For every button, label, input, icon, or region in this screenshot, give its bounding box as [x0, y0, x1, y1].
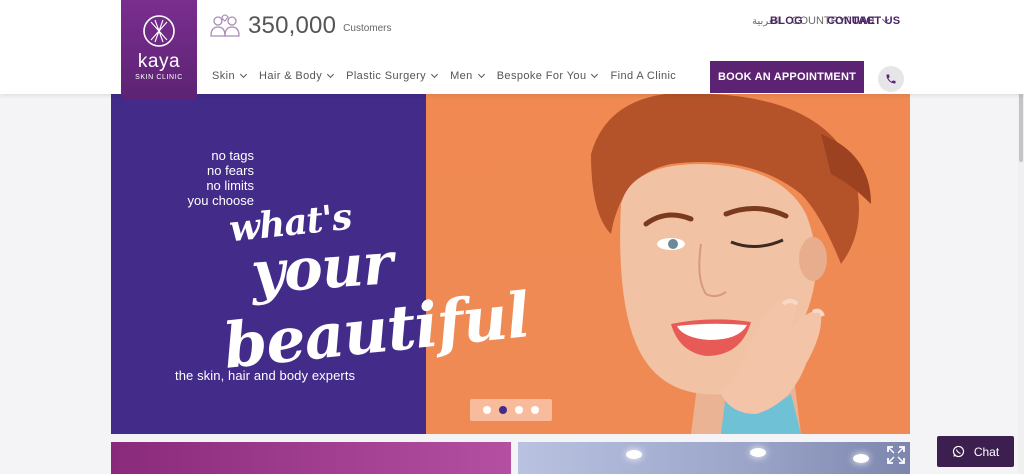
nav-item-plastic-surgery[interactable]: Plastic Surgery — [346, 70, 439, 82]
chevron-down-icon — [431, 70, 439, 79]
book-appointment-button[interactable]: BOOK AN APPOINTMENT — [710, 61, 864, 93]
phone-icon — [886, 74, 896, 84]
brand-subtitle: SKIN CLINIC — [135, 74, 183, 81]
carousel-dot-active[interactable] — [499, 406, 507, 414]
chat-button[interactable]: Chat — [937, 436, 1014, 467]
hero-banner[interactable]: no tags no fears no limits you choose wh… — [111, 94, 910, 434]
kaya-logo[interactable]: kaya SKIN CLINIC — [121, 0, 197, 100]
chevron-down-icon — [477, 70, 485, 79]
carousel-dot[interactable] — [483, 406, 491, 414]
ceiling-light — [750, 448, 766, 457]
chevron-down-icon — [239, 70, 248, 79]
ceiling-light — [626, 450, 642, 459]
promo-tile-2[interactable] — [518, 442, 910, 474]
hero-tag: no tags — [211, 148, 254, 163]
nav-item-label: Men — [450, 70, 473, 82]
chevron-down-icon — [591, 70, 599, 79]
carousel-dot[interactable] — [515, 406, 523, 414]
brand-name: kaya — [137, 51, 181, 72]
carousel-dot[interactable] — [531, 406, 539, 414]
nav-item-label: Plastic Surgery — [346, 70, 427, 82]
nav-item-label: Bespoke For You — [496, 70, 587, 82]
hero-tagline: the skin, hair and body experts — [175, 368, 356, 383]
nav-item-find-clinic[interactable]: Find A Clinic — [610, 70, 676, 82]
blog-link[interactable]: BLOG — [770, 15, 803, 27]
customers-counter: 350,000 Customers — [208, 12, 392, 40]
customers-count: 350,000 — [248, 12, 337, 39]
hero-tag: no limits — [206, 178, 254, 193]
chat-label: Chat — [973, 444, 1000, 459]
customers-label: Customers — [343, 22, 392, 34]
hero-tag: no fears — [207, 163, 254, 178]
expand-icon[interactable] — [886, 445, 906, 465]
nav-item-label: Skin — [212, 70, 235, 82]
carousel-dots — [470, 399, 552, 421]
people-icon — [210, 14, 240, 37]
nav-item-skin[interactable]: Skin — [212, 70, 248, 82]
hero-model-image — [591, 94, 871, 434]
page: 350,000 Customers العربية COUNTRY/ UAE B… — [0, 0, 1024, 474]
nav-item-bespoke[interactable]: Bespoke For You — [496, 70, 599, 82]
hero-tags: no tags no fears no limits you choose — [181, 148, 255, 208]
contact-us-link[interactable]: CONTACT US — [827, 15, 900, 27]
nav-item-men[interactable]: Men — [450, 70, 485, 82]
logo-mark-icon — [143, 15, 175, 47]
whatsapp-icon — [952, 445, 964, 458]
promo-tile-1[interactable] — [111, 442, 511, 474]
ceiling-light — [853, 454, 869, 463]
main-nav: Skin Hair & Body Plastic Surgery Men Bes… — [212, 70, 689, 82]
phone-button[interactable] — [878, 66, 904, 92]
nav-item-label: Find A Clinic — [610, 70, 677, 82]
nav-item-label: Hair & Body — [259, 70, 323, 82]
chevron-down-icon — [327, 70, 335, 79]
nav-item-hair-body[interactable]: Hair & Body — [259, 70, 335, 82]
